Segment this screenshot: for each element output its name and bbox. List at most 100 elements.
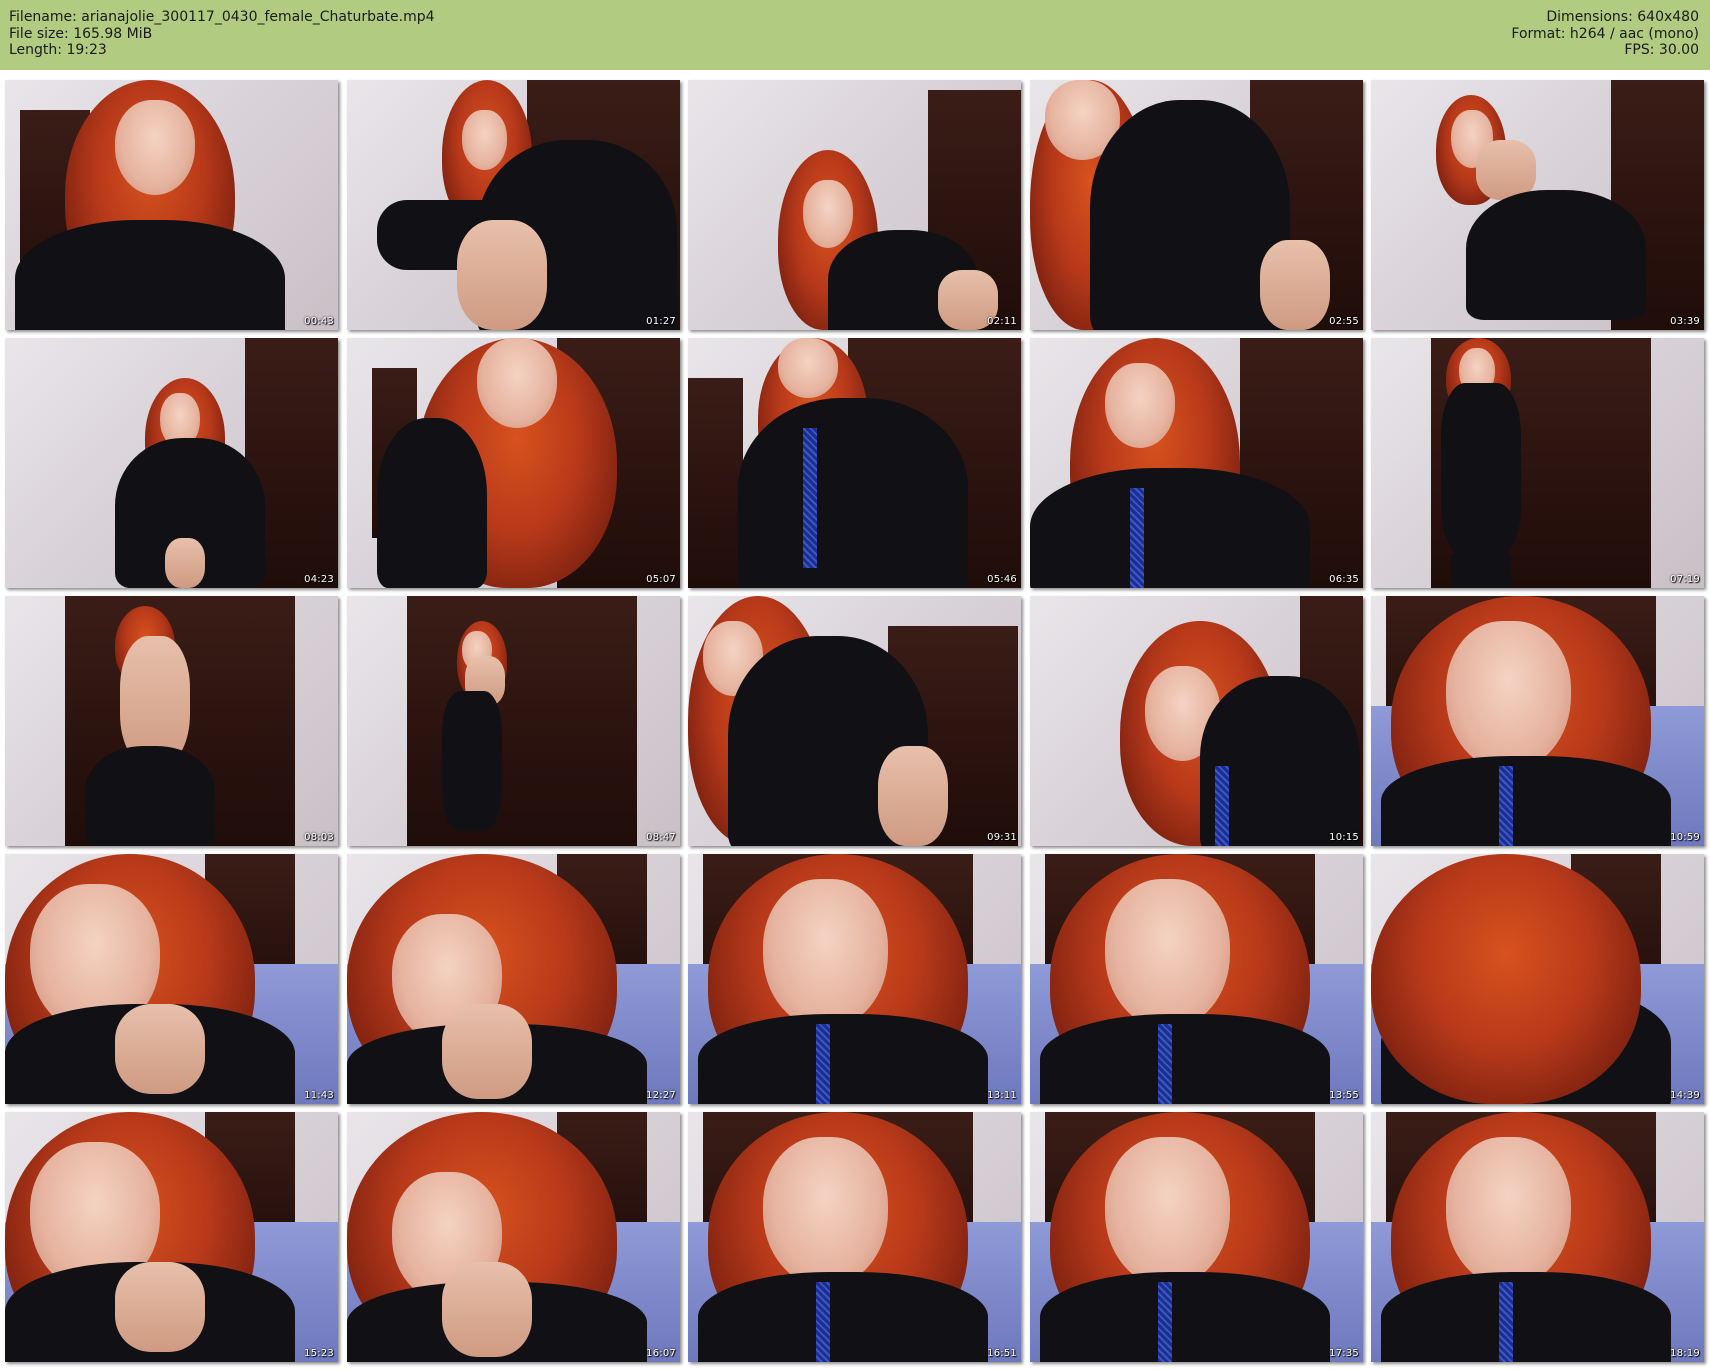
frame-timestamp: 10:59 <box>1670 832 1700 843</box>
frame-timestamp: 18:19 <box>1670 1348 1700 1359</box>
frame-timestamp: 03:39 <box>1670 316 1700 327</box>
face <box>763 1137 888 1287</box>
face <box>1105 363 1175 448</box>
video-frame-thumbnail: 15:23 <box>5 1112 338 1362</box>
format-label: Format: h264 / aac (mono) <box>1511 25 1699 42</box>
frame-timestamp: 16:51 <box>987 1348 1017 1359</box>
frame-timestamp: 06:35 <box>1329 574 1359 585</box>
thumbnail-grid: 00:43 01:27 02:11 02:55 03:39 04:23 05:07 05:46… <box>5 80 1705 1365</box>
hip <box>878 746 948 846</box>
frame-timestamp: 15:23 <box>304 1348 334 1359</box>
tie <box>1499 766 1513 846</box>
tie <box>1158 1282 1172 1362</box>
frame-timestamp: 11:43 <box>304 1090 334 1101</box>
video-frame-thumbnail: 06:35 <box>1030 338 1363 588</box>
frame-timestamp: 08:47 <box>646 832 676 843</box>
jacket <box>1030 468 1310 588</box>
face <box>803 180 853 248</box>
tie <box>1499 1282 1513 1362</box>
boots <box>1451 553 1511 588</box>
video-frame-thumbnail: 03:39 <box>1371 80 1704 330</box>
tie <box>816 1282 830 1362</box>
tie <box>1158 1024 1172 1104</box>
frame-timestamp: 13:11 <box>987 1090 1017 1101</box>
jacket <box>377 418 487 588</box>
video-frame-thumbnail: 10:59 <box>1371 596 1704 846</box>
face <box>1105 879 1230 1029</box>
hand <box>442 1004 532 1099</box>
jacket <box>1466 190 1646 320</box>
frame-timestamp: 10:15 <box>1329 832 1359 843</box>
file-info-header: Filename: arianajolie_300117_0430_female… <box>0 0 1710 70</box>
file-info-right: Dimensions: 640x480 Format: h264 / aac (… <box>1511 9 1699 59</box>
jacket <box>85 746 215 846</box>
video-frame-thumbnail: 01:27 <box>347 80 680 330</box>
hand <box>442 1262 532 1357</box>
video-frame-thumbnail: 18:19 <box>1371 1112 1704 1362</box>
hand <box>115 1262 205 1352</box>
thigh <box>457 220 547 330</box>
frame-timestamp: 09:31 <box>987 832 1017 843</box>
jacket <box>1381 1272 1671 1362</box>
video-frame-thumbnail: 17:35 <box>1030 1112 1363 1362</box>
jacket <box>442 691 502 831</box>
filesize-label: File size: 165.98 MiB <box>9 25 153 42</box>
dimensions-label: Dimensions: 640x480 <box>1546 9 1699 25</box>
frame-timestamp: 02:55 <box>1329 316 1359 327</box>
video-frame-thumbnail: 16:07 <box>347 1112 680 1362</box>
face <box>477 338 557 428</box>
video-frame-thumbnail: 05:46 <box>688 338 1021 588</box>
video-frame-thumbnail: 00:43 <box>5 80 338 330</box>
jacket <box>1040 1272 1330 1362</box>
jacket <box>1381 756 1671 846</box>
filename-label: Filename: arianajolie_300117_0430_female… <box>9 9 435 25</box>
jacket <box>15 220 285 330</box>
file-info-left: Filename: arianajolie_300117_0430_female… <box>9 9 435 59</box>
jacket <box>738 398 968 588</box>
length-label: Length: 19:23 <box>9 42 107 58</box>
video-frame-thumbnail: 02:55 <box>1030 80 1363 330</box>
video-frame-thumbnail: 05:07 <box>347 338 680 588</box>
frame-timestamp: 17:35 <box>1329 1348 1359 1359</box>
tie <box>1130 488 1144 588</box>
jacket <box>698 1014 988 1104</box>
frame-timestamp: 04:23 <box>304 574 334 585</box>
frame-timestamp: 07:19 <box>1670 574 1700 585</box>
hair <box>1371 854 1641 1104</box>
frame-timestamp: 14:39 <box>1670 1090 1700 1101</box>
thigh <box>165 538 205 588</box>
video-frame-thumbnail: 02:11 <box>688 80 1021 330</box>
jacket <box>1040 1014 1330 1104</box>
tie <box>1215 766 1229 846</box>
video-frame-thumbnail: 14:39 <box>1371 854 1704 1104</box>
frame-timestamp: 00:43 <box>304 316 334 327</box>
tie <box>816 1024 830 1104</box>
frame-timestamp: 08:03 <box>304 832 334 843</box>
frame-timestamp: 12:27 <box>646 1090 676 1101</box>
hip <box>1260 240 1330 330</box>
door <box>407 596 637 846</box>
frame-timestamp: 05:46 <box>987 574 1017 585</box>
video-frame-thumbnail: 12:27 <box>347 854 680 1104</box>
video-frame-thumbnail: 08:03 <box>5 596 338 846</box>
frame-timestamp: 01:27 <box>646 316 676 327</box>
video-frame-thumbnail: 04:23 <box>5 338 338 588</box>
video-frame-thumbnail: 09:31 <box>688 596 1021 846</box>
video-frame-thumbnail: 10:15 <box>1030 596 1363 846</box>
video-frame-thumbnail: 07:19 <box>1371 338 1704 588</box>
frame-timestamp: 05:07 <box>646 574 676 585</box>
door <box>688 378 743 588</box>
frame-timestamp: 16:07 <box>646 1348 676 1359</box>
video-frame-thumbnail: 11:43 <box>5 854 338 1104</box>
face <box>778 338 838 398</box>
frame-timestamp: 02:11 <box>987 316 1017 327</box>
jacket <box>698 1272 988 1362</box>
face <box>763 879 888 1029</box>
video-frame-thumbnail: 13:11 <box>688 854 1021 1104</box>
video-frame-thumbnail: 16:51 <box>688 1112 1021 1362</box>
face <box>115 100 195 195</box>
face <box>1105 1137 1230 1287</box>
hand <box>115 1004 205 1094</box>
frame-timestamp: 13:55 <box>1329 1090 1359 1101</box>
face <box>462 110 507 170</box>
